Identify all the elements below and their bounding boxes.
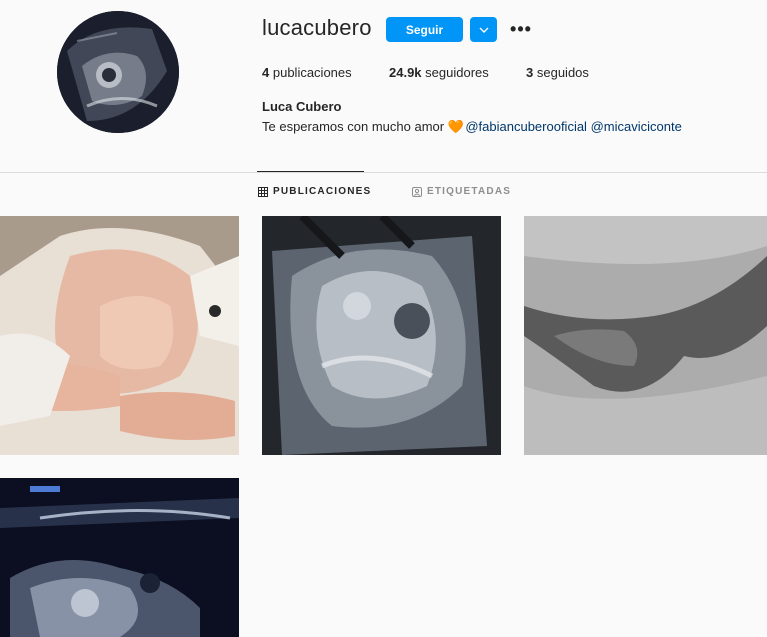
post-tile-ultrasound-printout[interactable] [262, 216, 501, 455]
post-tile-ultrasound-screen[interactable] [0, 478, 239, 637]
post-image [524, 216, 767, 455]
tabs-divider [0, 172, 767, 173]
mention-link[interactable]: @fabiancuberooficial [465, 119, 587, 134]
bio-text: Te esperamos con mucho amor [262, 119, 445, 134]
post-image [262, 216, 501, 455]
tab-label: ETIQUETADAS [427, 186, 512, 197]
profile-avatar[interactable] [57, 11, 179, 133]
more-options-button[interactable]: ••• [510, 19, 532, 39]
follow-button[interactable]: Seguir [386, 17, 463, 42]
posts-stat: 4 publicaciones [262, 65, 389, 80]
ultrasound-avatar-image [57, 11, 179, 133]
active-tab-indicator [257, 171, 364, 172]
mention-link[interactable]: @micaviciconte [591, 119, 682, 134]
following-count: 3 [526, 65, 534, 80]
posts-count: 4 [262, 65, 270, 80]
grid-icon [258, 186, 268, 197]
tab-etiquetadas[interactable]: ETIQUETADAS [412, 186, 511, 197]
post-image [0, 216, 239, 455]
profile-stats: 4 publicaciones 24.9k seguidores 3 segui… [262, 65, 589, 80]
orange-heart-emoji: 🧡 [447, 119, 464, 134]
post-tile-ultrasound-scan[interactable] [524, 216, 767, 455]
post-image [0, 478, 239, 637]
tag-person-icon [412, 186, 422, 197]
followers-stat[interactable]: 24.9k seguidores [389, 65, 526, 80]
following-label: seguidos [536, 65, 589, 80]
followers-count: 24.9k [389, 65, 422, 80]
profile-bio: Te esperamos con mucho amor 🧡 @fabiancub… [262, 119, 682, 135]
profile-username: lucacubero [262, 15, 372, 40]
tab-label: PUBLICACIONES [273, 186, 372, 197]
tab-publicaciones[interactable]: PUBLICACIONES [258, 186, 371, 197]
post-tile-hands-on-belly[interactable] [0, 216, 239, 455]
profile-full-name: Luca Cubero [262, 99, 342, 114]
suggestions-dropdown-button[interactable] [470, 17, 497, 42]
posts-label: publicaciones [272, 65, 352, 80]
followers-label: seguidores [425, 65, 489, 80]
chevron-down-icon [479, 27, 488, 33]
following-stat[interactable]: 3 seguidos [526, 65, 589, 80]
